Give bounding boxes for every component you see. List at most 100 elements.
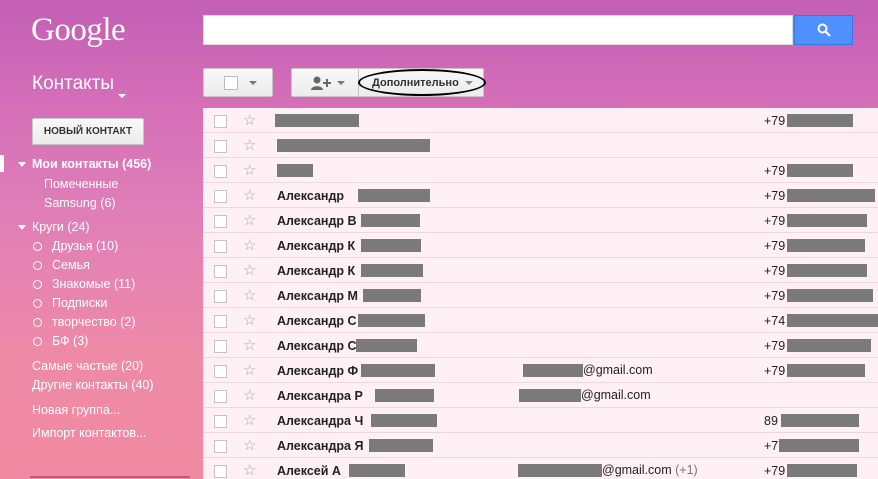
contact-phone: +79 [764,239,786,253]
sidebar-item-bf[interactable]: БФ (3) [52,334,88,348]
contact-phone: +74 [764,314,786,328]
star-icon[interactable]: ☆ [243,111,256,129]
table-row[interactable]: ☆ Александр +79 [203,183,878,208]
new-contact-button[interactable]: НОВЫЙ КОНТАКТ [32,118,144,145]
search-input[interactable] [203,15,793,45]
contact-phone: +79 [764,189,786,203]
table-row[interactable]: ☆ Александр К +79 [203,233,878,258]
sidebar-item-circles[interactable]: Круги (24) [32,220,90,234]
table-row[interactable]: ☆ [203,133,878,158]
redaction [787,464,857,477]
table-row[interactable]: ☆ +79 [203,158,878,183]
star-icon[interactable]: ☆ [243,161,256,179]
contact-name: Александра Ч [277,414,364,428]
contact-phone: 89 [764,414,778,428]
star-icon[interactable]: ☆ [243,336,256,354]
table-row[interactable]: ☆ Алексей А @gmail.com (+1) +79 [203,458,878,479]
table-row[interactable]: ☆ Александр С +74 [203,308,878,333]
import-contacts-link[interactable]: Импорт контактов... [32,426,146,440]
sidebar-item-my-contacts[interactable]: Мои контакты (456) [32,157,151,171]
sidebar-item-following[interactable]: Подписки [52,296,107,310]
contact-name: Александр К [277,264,356,278]
star-icon[interactable]: ☆ [243,411,256,429]
sidebar-item-creative[interactable]: творчество (2) [52,315,136,329]
sidebar-item-acquaintances[interactable]: Знакомые (11) [52,277,135,291]
redaction [787,289,873,302]
table-row[interactable]: ☆ Александр Ф @gmail.com +79 [203,358,878,383]
star-icon[interactable]: ☆ [243,236,256,254]
sidebar-item-other-contacts[interactable]: Другие контакты (40) [32,378,154,392]
table-row[interactable]: ☆ Александр С +79 [203,333,878,358]
new-group-link[interactable]: Новая группа... [32,403,120,417]
circle-icon [33,318,42,327]
row-checkbox[interactable] [214,440,227,453]
star-icon[interactable]: ☆ [243,211,256,229]
table-row[interactable]: ☆ +79 [203,108,878,133]
collapse-triangle-icon[interactable] [18,225,26,230]
table-row[interactable]: ☆ Александра Я +7 [203,433,878,458]
redaction [523,364,583,377]
star-icon[interactable]: ☆ [243,286,256,304]
google-logo[interactable]: Google [31,12,126,49]
redaction [787,189,875,202]
table-row[interactable]: ☆ Александр В +79 [203,208,878,233]
circle-icon [33,299,42,308]
collapse-triangle-icon[interactable] [18,162,26,167]
contact-phone: +79 [764,164,786,178]
star-icon[interactable]: ☆ [243,186,256,204]
app-title[interactable]: Контакты [32,73,114,95]
circle-icon [33,280,42,289]
redaction [277,164,313,177]
table-row[interactable]: ☆ Александр К +79 [203,258,878,283]
row-checkbox[interactable] [214,115,227,128]
redaction [787,364,865,377]
table-row[interactable]: ☆ Александра Р @gmail.com [203,383,878,408]
sidebar-item-samsung[interactable]: Samsung (6) [44,196,116,210]
table-row[interactable]: ☆ Александр М +79 [203,283,878,308]
star-icon[interactable]: ☆ [243,261,256,279]
contact-phone: +79 [764,264,786,278]
add-to-circle-button[interactable] [291,68,359,97]
redaction [375,389,434,402]
star-icon[interactable]: ☆ [243,386,256,404]
circle-icon [33,337,42,346]
row-checkbox[interactable] [214,265,227,278]
row-checkbox[interactable] [214,240,227,253]
row-checkbox[interactable] [214,465,227,478]
select-checkbox-button[interactable] [203,68,273,97]
sidebar-item-frequent[interactable]: Самые частые (20) [32,359,143,373]
row-checkbox[interactable] [214,340,227,353]
star-icon[interactable]: ☆ [243,311,256,329]
row-checkbox[interactable] [214,365,227,378]
redaction [787,214,867,227]
table-row[interactable]: ☆ Александра Ч 89 [203,408,878,433]
app-switcher-chevron-icon[interactable] [118,94,126,98]
sidebar-item-friends[interactable]: Друзья (10) [52,239,118,253]
star-icon[interactable]: ☆ [243,436,256,454]
sidebar-item-starred[interactable]: Помеченные [44,177,118,191]
contact-phone: +79 [764,464,786,478]
contact-name: Александра Я [277,439,364,453]
star-icon[interactable]: ☆ [243,461,256,479]
row-checkbox[interactable] [214,315,227,328]
redaction [779,439,859,452]
row-checkbox[interactable] [214,215,227,228]
chevron-down-icon [337,81,345,85]
circle-icon [33,242,42,251]
search-button[interactable] [794,15,853,45]
row-checkbox[interactable] [214,165,227,178]
row-checkbox[interactable] [214,140,227,153]
contact-email: @gmail.com [581,388,651,402]
star-icon[interactable]: ☆ [243,136,256,154]
row-checkbox[interactable] [214,415,227,428]
sidebar-item-family[interactable]: Семья [52,258,90,272]
redaction [787,314,878,327]
redaction [781,414,859,427]
row-checkbox[interactable] [214,290,227,303]
star-icon[interactable]: ☆ [243,361,256,379]
row-checkbox[interactable] [214,190,227,203]
contact-email: @gmail.com [583,363,653,377]
redaction [361,364,435,377]
row-checkbox[interactable] [214,390,227,403]
contact-name: Алексей А [277,464,341,478]
